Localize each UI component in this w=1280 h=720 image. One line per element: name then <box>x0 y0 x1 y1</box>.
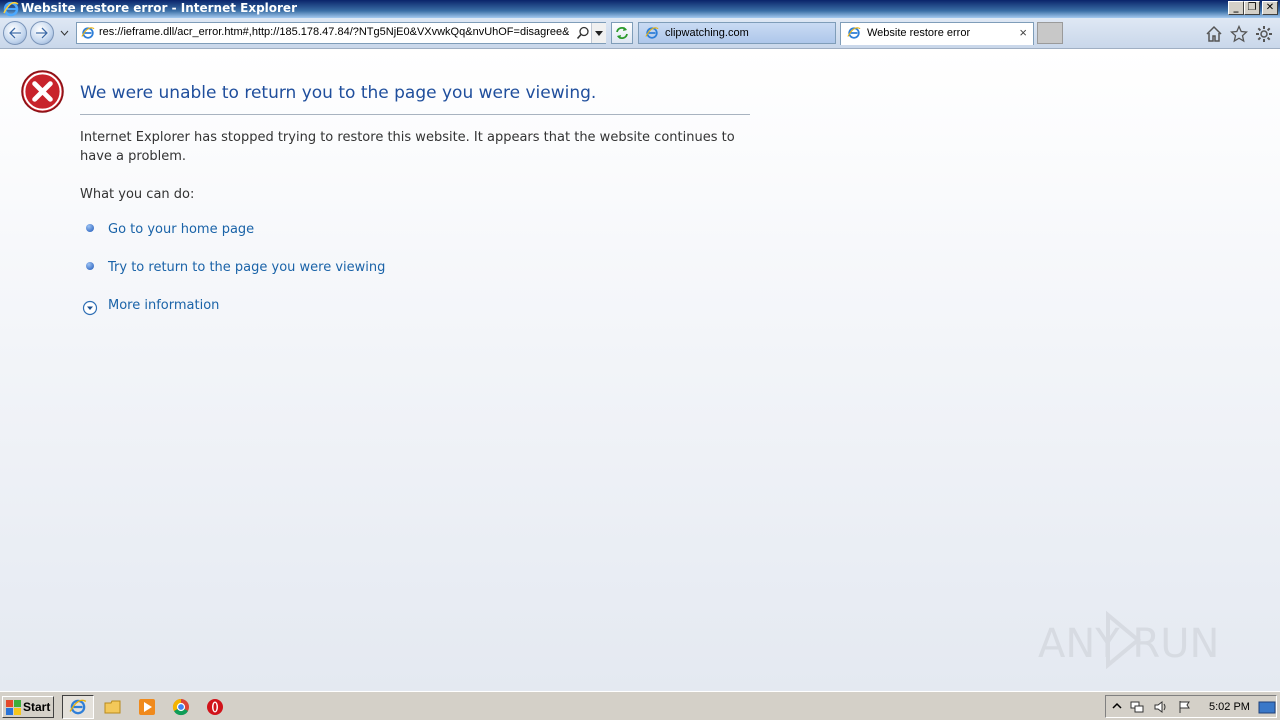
go-home-link[interactable]: Go to your home page <box>108 222 254 237</box>
watermark-text: ANY RUN <box>1038 621 1219 667</box>
tab-label: Website restore error <box>867 27 971 39</box>
bullet-icon <box>86 262 94 270</box>
tab-clipwatching[interactable]: clipwatching.com <box>638 22 836 44</box>
taskbar: Start 5:02 PM <box>0 691 1280 720</box>
chrome-icon[interactable] <box>172 698 190 716</box>
refresh-icon <box>616 27 628 39</box>
tab-ie-icon <box>645 27 659 39</box>
favorites-star-icon[interactable] <box>1230 25 1248 43</box>
error-icon <box>21 70 64 113</box>
system-tray: 5:02 PM <box>1105 695 1277 718</box>
folder-icon[interactable] <box>104 698 122 716</box>
window-title: Website restore error - Internet Explore… <box>21 1 297 15</box>
media-player-icon[interactable] <box>138 698 156 716</box>
more-information-link[interactable]: More information <box>108 298 219 313</box>
chevron-down-icon <box>595 31 603 36</box>
refresh-button[interactable] <box>611 22 633 44</box>
tab-ie-icon <box>847 27 861 39</box>
page-ie-icon <box>81 27 95 39</box>
show-hidden-icons-icon[interactable] <box>1110 700 1124 714</box>
navigation-bar: res://ieframe.dll/acr_error.htm#,http://… <box>0 18 1280 49</box>
show-desktop-icon[interactable] <box>1258 699 1276 717</box>
close-tab-icon[interactable]: × <box>1019 25 1027 40</box>
recent-pages-chevron-icon[interactable] <box>60 28 69 37</box>
address-input[interactable]: res://ieframe.dll/acr_error.htm#,http://… <box>99 26 569 38</box>
minimize-button[interactable]: _ <box>1228 1 1244 15</box>
clock[interactable]: 5:02 PM <box>1209 701 1250 713</box>
bullet-icon <box>86 224 94 232</box>
back-button[interactable] <box>3 21 27 45</box>
search-icon[interactable] <box>576 26 590 40</box>
network-icon[interactable] <box>1130 700 1144 714</box>
tab-label: clipwatching.com <box>665 27 749 39</box>
anyrun-watermark: ANY RUN <box>1038 610 1219 669</box>
restore-button[interactable]: ❐ <box>1244 1 1260 15</box>
start-button[interactable]: Start <box>2 696 54 718</box>
forward-arrow-icon <box>36 27 49 39</box>
home-icon[interactable] <box>1205 25 1223 43</box>
internet-explorer-icon <box>69 699 87 715</box>
internet-explorer-icon <box>3 1 19 17</box>
close-button[interactable]: ✕ <box>1262 1 1278 15</box>
divider <box>80 114 750 115</box>
taskbar-internet-explorer-button[interactable] <box>62 695 94 719</box>
action-center-flag-icon[interactable] <box>1178 700 1192 714</box>
page-content: We were unable to return you to the page… <box>0 49 1280 691</box>
error-description: Internet Explorer has stopped trying to … <box>80 130 735 164</box>
title-bar: Website restore error - Internet Explore… <box>0 0 1280 18</box>
start-label: Start <box>23 700 51 714</box>
what-you-can-do-label: What you can do: <box>80 187 195 202</box>
back-arrow-icon <box>8 27 21 39</box>
return-to-page-link[interactable]: Try to return to the page you were viewi… <box>108 260 385 275</box>
new-tab-button[interactable] <box>1037 22 1063 44</box>
address-dropdown-button[interactable] <box>591 23 606 43</box>
volume-icon[interactable] <box>1154 700 1168 714</box>
expand-chevron-icon[interactable] <box>82 300 98 316</box>
gear-icon[interactable] <box>1255 25 1273 43</box>
opera-icon[interactable] <box>206 698 224 716</box>
page-title: We were unable to return you to the page… <box>80 83 597 103</box>
address-bar[interactable]: res://ieframe.dll/acr_error.htm#,http://… <box>76 22 606 44</box>
forward-button[interactable] <box>30 21 54 45</box>
windows-logo-icon <box>6 700 21 715</box>
tab-website-restore-error[interactable]: Website restore error × <box>840 22 1034 45</box>
